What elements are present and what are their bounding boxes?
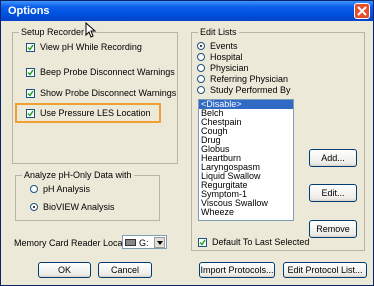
ph-analysis-radio[interactable]: pH Analysis [30, 184, 90, 194]
use-pressure-les-label: Use Pressure LES Location [40, 108, 151, 118]
add-button[interactable]: Add... [309, 149, 357, 167]
radio-circle[interactable] [197, 53, 205, 61]
physician-label: Physician [210, 63, 249, 73]
referring-physician-label: Referring Physician [210, 74, 289, 84]
checkmark-icon [27, 69, 34, 76]
checkbox-box[interactable] [26, 67, 35, 77]
ok-button[interactable]: OK [38, 262, 91, 278]
list-item[interactable]: Wheeze [199, 208, 293, 217]
radio-circle[interactable] [30, 185, 38, 193]
checkmark-icon [27, 90, 34, 97]
events-listbox[interactable]: <Disable> Belch Chestpain Cough Drug Glo… [198, 99, 294, 221]
drive-icon [125, 239, 136, 246]
view-ph-label: View pH While Recording [40, 42, 142, 52]
study-performed-radio[interactable]: Study Performed By [197, 85, 291, 95]
checkbox-box[interactable] [26, 88, 35, 98]
checkbox-box[interactable] [198, 237, 207, 247]
close-button[interactable] [354, 3, 370, 19]
radio-circle[interactable] [197, 75, 205, 83]
analyze-label: Analyze pH-Only Data with [22, 170, 134, 180]
ph-analysis-label: pH Analysis [43, 184, 91, 194]
checkmark-icon [199, 239, 206, 246]
beep-warnings-label: Beep Probe Disconnect Warnings [40, 67, 175, 77]
analyze-group: Analyze pH-Only Data with [15, 170, 160, 221]
checkmark-icon [27, 44, 34, 51]
bioview-analysis-radio[interactable]: BioVIEW Analysis [30, 202, 115, 212]
events-radio[interactable]: Events [197, 41, 238, 51]
edit-lists-label: Edit Lists [198, 27, 239, 37]
checkmark-icon [27, 110, 34, 117]
memory-card-value: G: [139, 238, 149, 248]
radio-circle[interactable] [197, 42, 205, 50]
hospital-label: Hospital [210, 52, 243, 62]
close-icon [357, 6, 367, 16]
edit-protocol-list-button[interactable]: Edit Protocol List... [283, 262, 367, 278]
show-warnings-label: Show Probe Disconnect Warnings [40, 88, 177, 98]
radio-circle[interactable] [197, 64, 205, 72]
window-title: Options [8, 5, 50, 17]
bioview-analysis-label: BioVIEW Analysis [43, 202, 115, 212]
memory-card-select[interactable]: G: [122, 235, 167, 249]
radio-circle[interactable] [197, 86, 205, 94]
options-dialog: Options Setup Recorder View pH While Rec… [0, 0, 374, 286]
setup-recorder-label: Setup Recorder [19, 27, 87, 37]
chevron-down-icon[interactable] [154, 237, 165, 248]
beep-warnings-checkbox[interactable]: Beep Probe Disconnect Warnings [26, 67, 175, 77]
events-label: Events [210, 41, 238, 51]
show-warnings-checkbox[interactable]: Show Probe Disconnect Warnings [26, 88, 176, 98]
cancel-button[interactable]: Cancel [98, 262, 152, 278]
physician-radio[interactable]: Physician [197, 63, 249, 73]
hospital-radio[interactable]: Hospital [197, 52, 243, 62]
referring-physician-radio[interactable]: Referring Physician [197, 74, 288, 84]
title-bar[interactable]: Options [1, 1, 373, 21]
use-pressure-les-checkbox[interactable]: Use Pressure LES Location [26, 108, 151, 118]
mouse-pointer-icon [85, 22, 97, 38]
remove-button[interactable]: Remove [309, 220, 357, 238]
edit-button[interactable]: Edit... [309, 184, 357, 202]
default-last-selected-checkbox[interactable]: Default To Last Selected [198, 237, 309, 247]
import-protocols-button[interactable]: Import Protocols... [199, 262, 275, 278]
default-last-selected-label: Default To Last Selected [212, 237, 310, 247]
study-performed-label: Study Performed By [210, 85, 291, 95]
checkbox-box[interactable] [26, 108, 35, 118]
memory-card-label: Memory Card Reader Location: [14, 238, 140, 248]
radio-circle[interactable] [30, 203, 38, 211]
view-ph-checkbox[interactable]: View pH While Recording [26, 42, 142, 52]
checkbox-box[interactable] [26, 42, 35, 52]
